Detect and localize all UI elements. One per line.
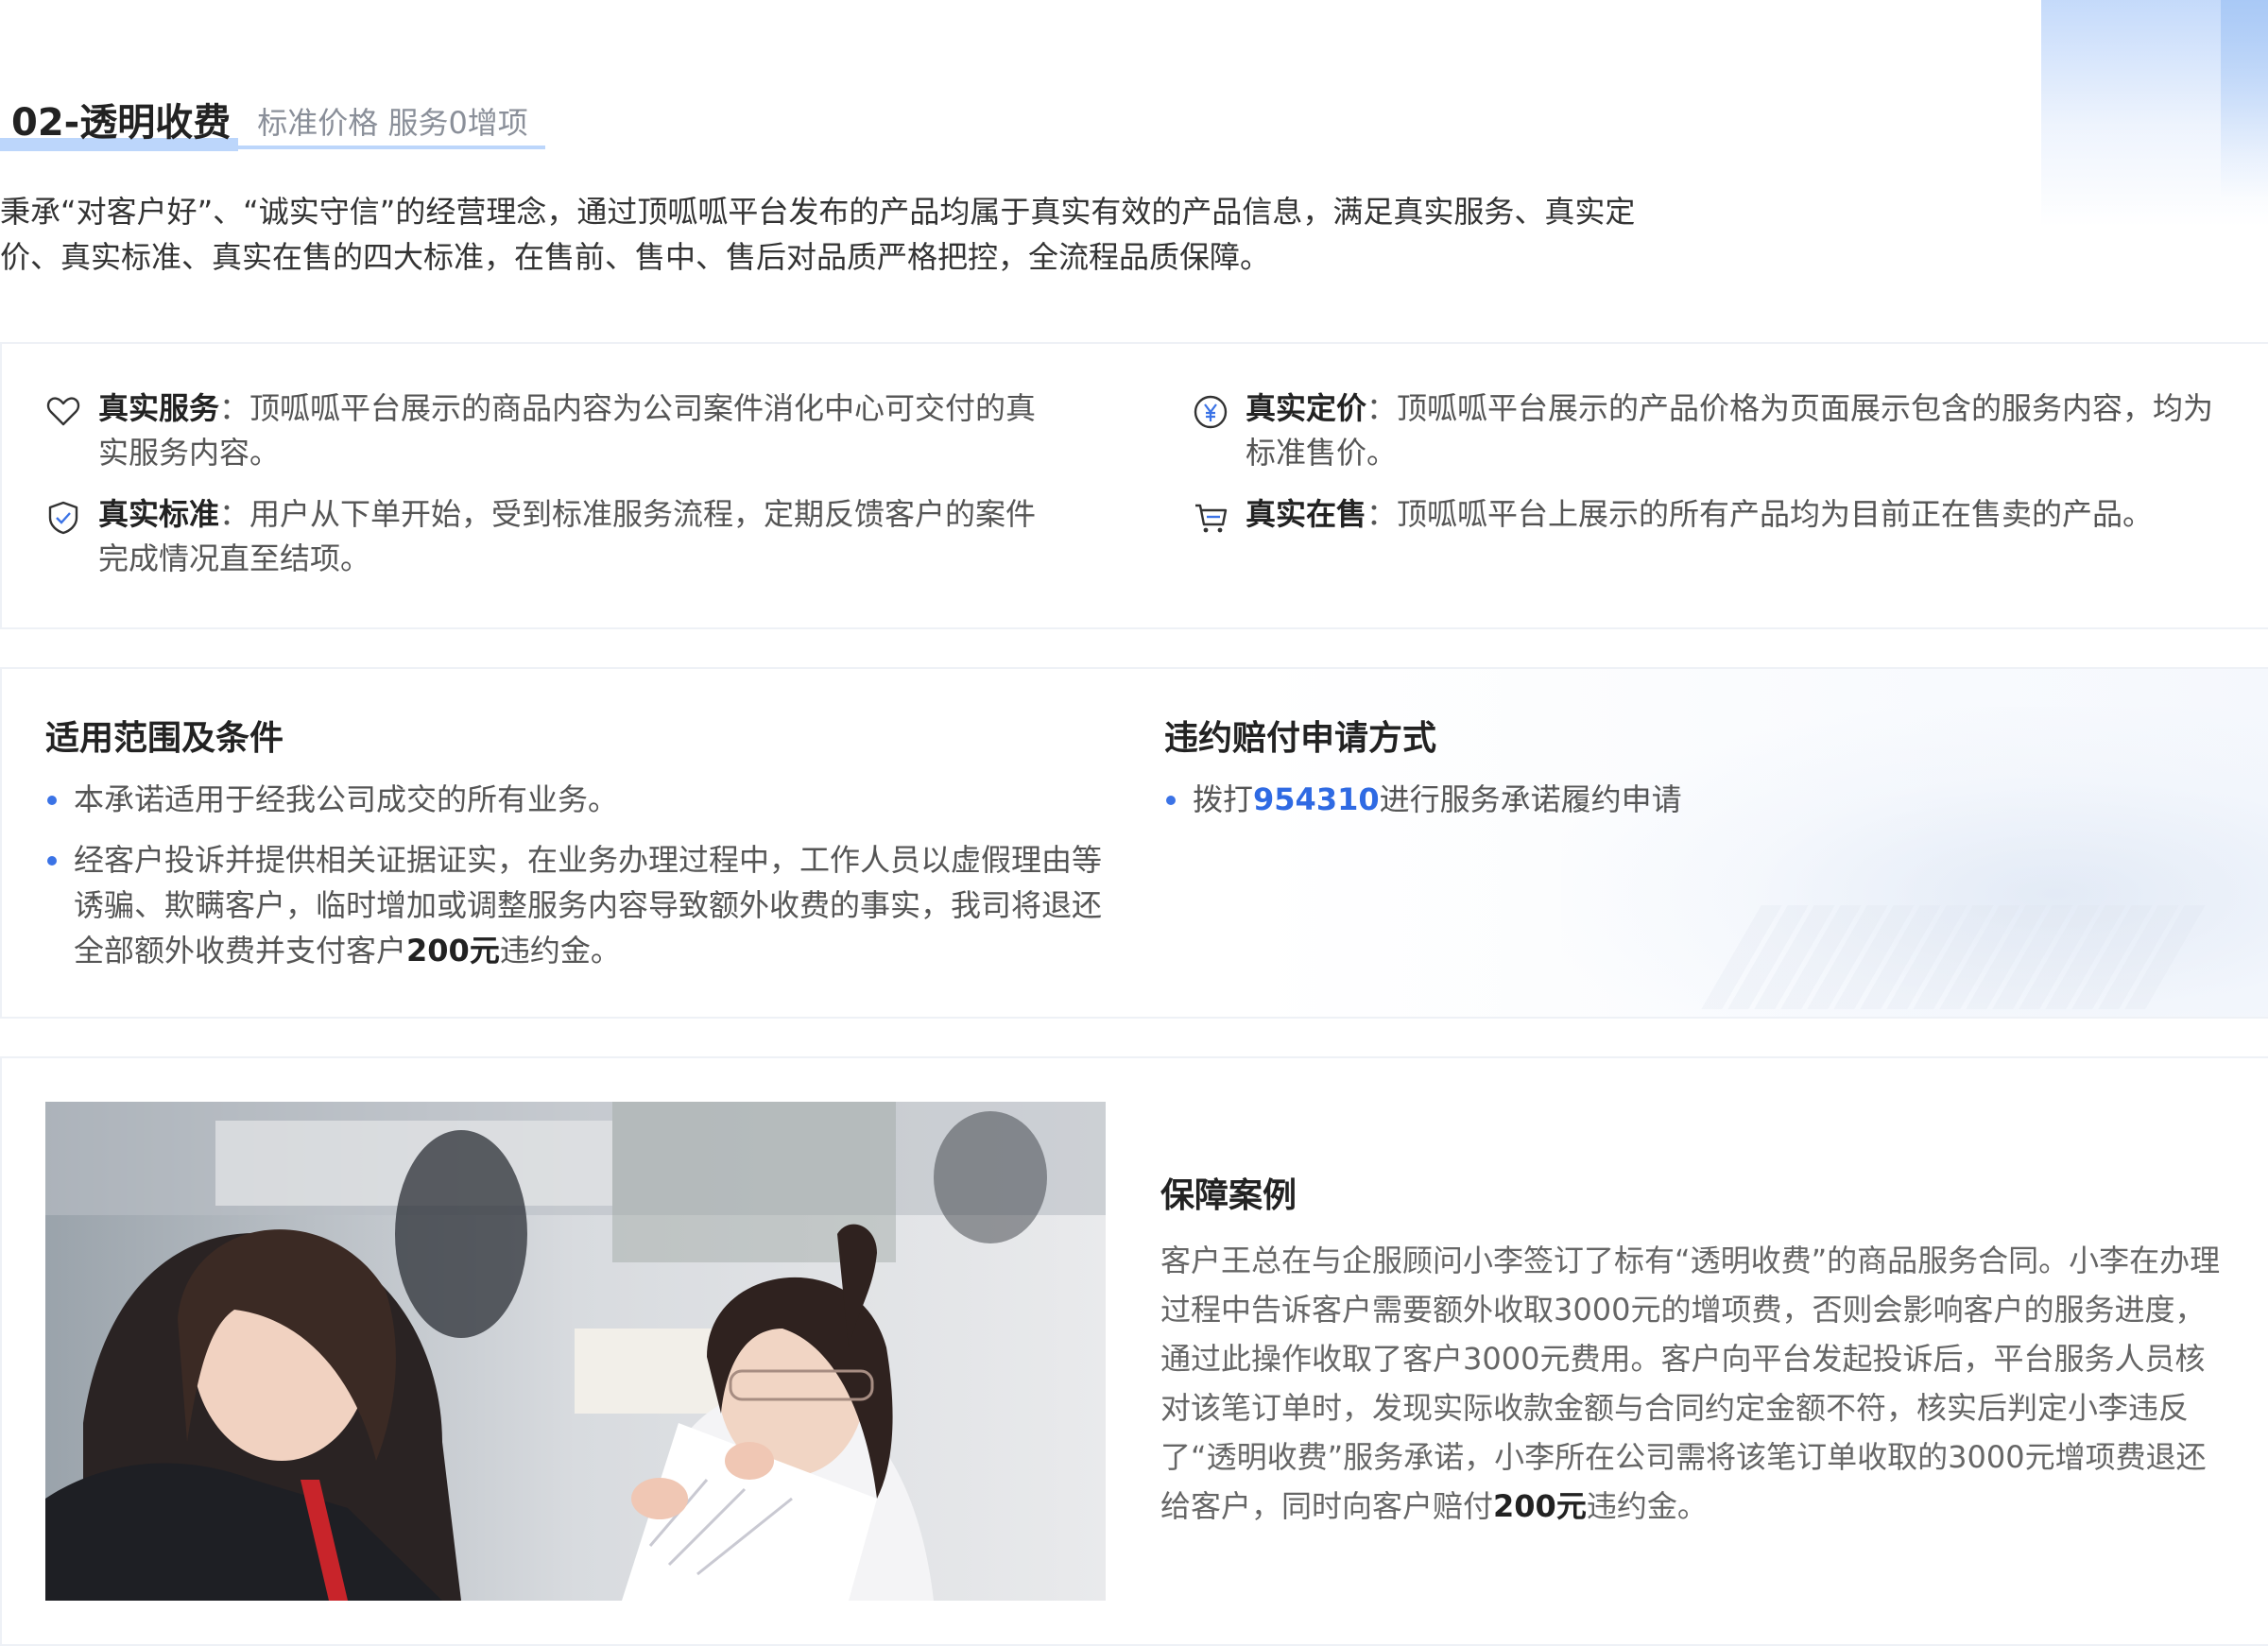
hotline-number[interactable]: 954310 (1253, 781, 1380, 817)
claim-title: 违约赔付申请方式 (1164, 719, 1437, 758)
penalty-amount: 200元 (406, 933, 500, 969)
feature-text: 顶呱呱平台上展示的所有产品均为目前正在售卖的产品。 (1397, 496, 2154, 532)
case-panel: 保障案例 客户王总在与企服顾问小李签订了标有“透明收费”的商品服务合同。小李在办… (0, 1056, 2268, 1646)
feature-label: 真实标准 (98, 496, 220, 532)
feature-label: 真实服务 (98, 390, 220, 426)
heart-icon (46, 397, 80, 426)
scope-title: 适用范围及条件 (45, 719, 284, 758)
feature-real-price: 真实定价：顶呱呱平台展示的产品价格为页面展示包含的服务内容，均为标准售价。 (1193, 386, 2232, 475)
scope-list: 本承诺适用于经我公司成交的所有业务。 经客户投诉并提供相关证据证实，在业务办理过… (45, 777, 1113, 988)
top-right-decoration (2041, 0, 2268, 227)
feature-real-on-sale: 真实在售：顶呱呱平台上展示的所有产品均为目前正在售卖的产品。 (1193, 492, 2232, 537)
feature-real-standard: 真实标准：用户从下单开始，受到标准服务流程，定期反馈客户的案件完成情况直至结项。 (45, 492, 1047, 581)
page-subtitle: 标准价格 服务0增项 (257, 105, 528, 141)
case-title: 保障案例 (1160, 1176, 1297, 1215)
list-item: 本承诺适用于经我公司成交的所有业务。 (45, 777, 1113, 822)
title-wrap: 02-透明收费 标准价格 服务0增项 (0, 96, 528, 149)
standards-panel: 真实服务：顶呱呱平台展示的商品内容为公司案件消化中心可交付的真实服务内容。 真实… (0, 342, 2268, 629)
page-title: 02-透明收费 (11, 101, 232, 145)
list-item: 拨打954310进行服务承诺履约申请 (1164, 777, 2204, 822)
keyboard-background-image (1701, 905, 2206, 1009)
intro-paragraph: 秉承“对客户好”、“诚实守信”的经营理念，通过顶呱呱平台发布的产品均属于真实有效… (0, 194, 1636, 275)
shield-check-icon (48, 501, 78, 535)
case-text: 客户王总在与企服顾问小李签订了标有“透明收费”的商品服务合同。小李在办理过程中告… (1160, 1243, 2221, 1524)
cart-icon (1195, 504, 1228, 533)
feature-label: 真实定价 (1246, 390, 1367, 426)
case-photo (45, 1102, 1106, 1601)
yuan-icon (1194, 395, 1228, 429)
case-penalty-amount: 200元 (1493, 1488, 1587, 1524)
feature-label: 真实在售 (1246, 496, 1367, 532)
claim-list: 拨打954310进行服务承诺履约申请 (1164, 777, 2204, 837)
feature-real-service: 真实服务：顶呱呱平台展示的商品内容为公司案件消化中心可交付的真实服务内容。 (45, 386, 1047, 475)
list-item: 经客户投诉并提供相关证据证实，在业务办理过程中，工作人员以虚假理由等诱骗、欺瞒客… (45, 837, 1113, 973)
office-photo-illustration (45, 1102, 1106, 1601)
conditions-panel: 适用范围及条件 本承诺适用于经我公司成交的所有业务。 经客户投诉并提供相关证据证… (0, 667, 2268, 1019)
